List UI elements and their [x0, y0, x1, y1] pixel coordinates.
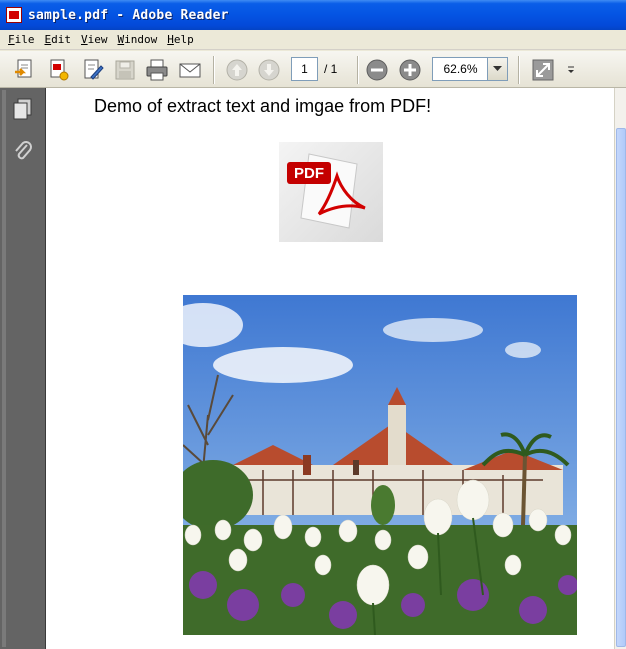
scrollbar-thumb[interactable]: [616, 128, 626, 647]
create-pdf-icon: [50, 59, 69, 81]
full-screen-button[interactable]: [530, 57, 556, 83]
plus-circle-icon: [399, 59, 421, 81]
arrow-down-circle-icon: [258, 59, 280, 81]
attachments-panel-button[interactable]: [10, 138, 36, 164]
page-number-input[interactable]: 1: [291, 57, 318, 81]
vertical-scrollbar[interactable]: [614, 88, 626, 649]
menu-window[interactable]: Window: [114, 33, 164, 46]
adobe-reader-icon: [6, 7, 22, 23]
zoom-out-button[interactable]: [364, 57, 390, 83]
panel-resize-handle[interactable]: [2, 90, 6, 647]
pages-icon: [13, 98, 32, 120]
save-button[interactable]: [112, 57, 138, 83]
toolbar-separator: [213, 56, 214, 84]
photo-illustration: [183, 295, 577, 635]
pages-panel-button[interactable]: [10, 96, 36, 122]
menu-view[interactable]: View: [77, 33, 114, 46]
pdf-logo-image: PDF: [279, 142, 383, 242]
page-total-label: / 1: [324, 62, 338, 76]
zoom-in-button[interactable]: [397, 57, 423, 83]
save-disk-icon: [115, 60, 135, 80]
open-file-icon: [15, 59, 32, 78]
document-heading: Demo of extract text and imgae from PDF!: [94, 96, 432, 116]
zoom-dropdown-button[interactable]: [487, 57, 508, 81]
arrow-up-circle-icon: [226, 59, 248, 81]
document-page[interactable]: Demo of extract text and imgae from PDF!…: [46, 88, 614, 649]
navigation-panel: [0, 88, 46, 649]
pdf-logo-label: PDF: [294, 165, 324, 182]
email-button[interactable]: [177, 57, 203, 83]
open-button[interactable]: [12, 57, 38, 83]
pen-document-icon: [84, 59, 104, 80]
toolbar-options-button[interactable]: [562, 57, 580, 83]
museum-tulips-photo: [183, 295, 577, 635]
printer-icon: [146, 59, 168, 81]
menu-help[interactable]: Help: [163, 33, 200, 46]
pdf-document-icon: PDF: [287, 153, 366, 229]
create-pdf-button[interactable]: [46, 57, 72, 83]
menu-bar: File Edit View Window Help: [0, 30, 626, 50]
paperclip-icon: [15, 141, 32, 160]
window-title: sample.pdf - Adobe Reader: [28, 7, 229, 23]
zoom-level-input[interactable]: 62.6%: [432, 57, 488, 81]
toolbar-separator: [518, 56, 519, 84]
previous-page-button[interactable]: [224, 57, 250, 83]
expand-arrows-icon: [532, 59, 554, 81]
edit-button[interactable]: [80, 57, 106, 83]
adobe-reader-window: sample.pdf - Adobe Reader File Edit View…: [0, 0, 626, 649]
minus-circle-icon: [366, 59, 388, 81]
print-button[interactable]: [144, 57, 170, 83]
toolbar-separator: [357, 56, 358, 84]
envelope-icon: [179, 63, 201, 78]
next-page-button[interactable]: [256, 57, 282, 83]
menu-file[interactable]: File: [4, 33, 41, 46]
chevron-down-icon: [568, 66, 574, 73]
menu-edit[interactable]: Edit: [41, 33, 78, 46]
chevron-down-icon: [493, 66, 502, 71]
title-bar[interactable]: sample.pdf - Adobe Reader: [0, 0, 626, 30]
